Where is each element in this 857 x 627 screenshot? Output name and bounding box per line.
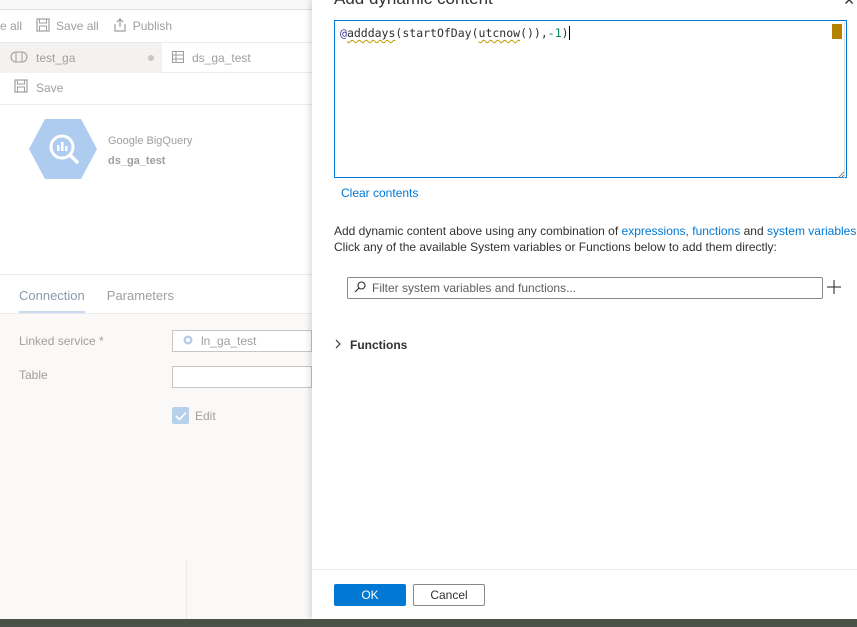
help-text-line1: Add dynamic content above using any comb… [334,224,857,238]
functions-link[interactable]: functions [692,224,740,238]
close-icon[interactable]: ✕ [843,0,855,9]
chevron-right-icon [334,338,342,352]
checkmark-icon [172,407,189,424]
tab-connection[interactable]: Connection [19,288,85,313]
editor-tabs: test_ga ds_ga_test [0,43,312,73]
dynamic-content-panel: Add dynamic content ✕ @adddays (startOfDa… [312,0,857,619]
validate-all-button[interactable]: e all [0,10,22,43]
save-all-label: Save all [56,19,99,33]
expression-number: -1 [547,26,562,40]
add-icon[interactable] [825,278,843,296]
functions-label: Functions [350,338,408,352]
unsaved-dot-icon [148,55,154,61]
divider [0,274,312,275]
save-all-button[interactable]: Save all [36,10,99,43]
expression-punct: ( [471,26,479,40]
system-variables-link[interactable]: system variables [767,224,856,238]
expression-fn-utcnow: utcnow [478,26,521,40]
cancel-button[interactable]: Cancel [413,584,485,606]
pipeline-icon [10,50,28,66]
warning-marker [832,24,842,39]
dataset-type: Google BigQuery [108,135,193,147]
linked-service-select[interactable]: ln_ga_test [172,330,312,352]
publish-button[interactable]: Publish [113,10,172,43]
tab-ds-ga-test[interactable]: ds_ga_test [162,43,251,73]
edit-label: Edit [195,408,216,423]
help-text-line2: Click any of the available System variab… [334,240,777,254]
filter-input[interactable] [372,281,812,295]
edit-checkbox[interactable]: Edit [172,407,216,424]
editor-scrollbar[interactable] [844,22,845,178]
panel-title: Add dynamic content [334,0,493,9]
tab-parameters[interactable]: Parameters [107,288,174,313]
filter-box[interactable] [347,277,823,299]
taskbar-strip [0,619,857,627]
resize-grip-icon[interactable] [837,168,845,179]
divider [0,104,312,105]
expression-at: @ [340,26,347,40]
background-app: e all Save all Publish test_ga ds_ga_tes… [0,0,312,619]
ok-button[interactable]: OK [334,584,406,606]
publish-label: Publish [132,19,173,33]
dataset-name: ds_ga_test [108,155,166,167]
save-label: Save [36,80,64,95]
expressions-link[interactable]: expressions, [622,224,689,238]
toolbar: e all Save all Publish [0,10,312,43]
linked-service-value: ln_ga_test [201,334,257,348]
expression-editor[interactable]: @adddays(startOfDay(utcnow()),-1) [334,20,847,179]
table-label: Table [19,368,48,382]
validate-all-label: e all [0,19,23,33]
table-icon [172,50,184,66]
save-icon [14,79,28,96]
tab-test-ga[interactable]: test_ga [0,43,162,73]
functions-expander[interactable]: Functions [334,338,407,352]
search-icon [354,280,366,296]
linked-service-label: Linked service * [19,334,104,348]
expression-fn-adddays: adddays [346,26,396,40]
expression-text[interactable]: @adddays(startOfDay(utcnow()),-1) [340,26,570,40]
text-caret [568,26,570,40]
expression-fn-startofday: startOfDay [402,26,472,40]
linked-service-icon [183,334,193,348]
tab-label: ds_ga_test [192,51,251,65]
property-tabs: Connection Parameters [19,288,174,313]
expression-punct: ) [561,26,569,40]
help-prefix: Add dynamic content above using any comb… [334,224,622,238]
publish-icon [113,17,127,35]
table-select[interactable] [172,366,312,388]
connection-form [0,314,312,619]
help-and: and [740,224,767,238]
save-icon [36,17,50,35]
divider [312,569,857,570]
divider [186,560,187,619]
clear-contents-link[interactable]: Clear contents [341,186,418,200]
bigquery-icon [28,117,98,181]
expression-punct: ()), [520,26,548,40]
dataset-save-button[interactable]: Save [14,79,63,96]
top-strip [0,0,312,10]
tab-label: test_ga [36,51,76,65]
